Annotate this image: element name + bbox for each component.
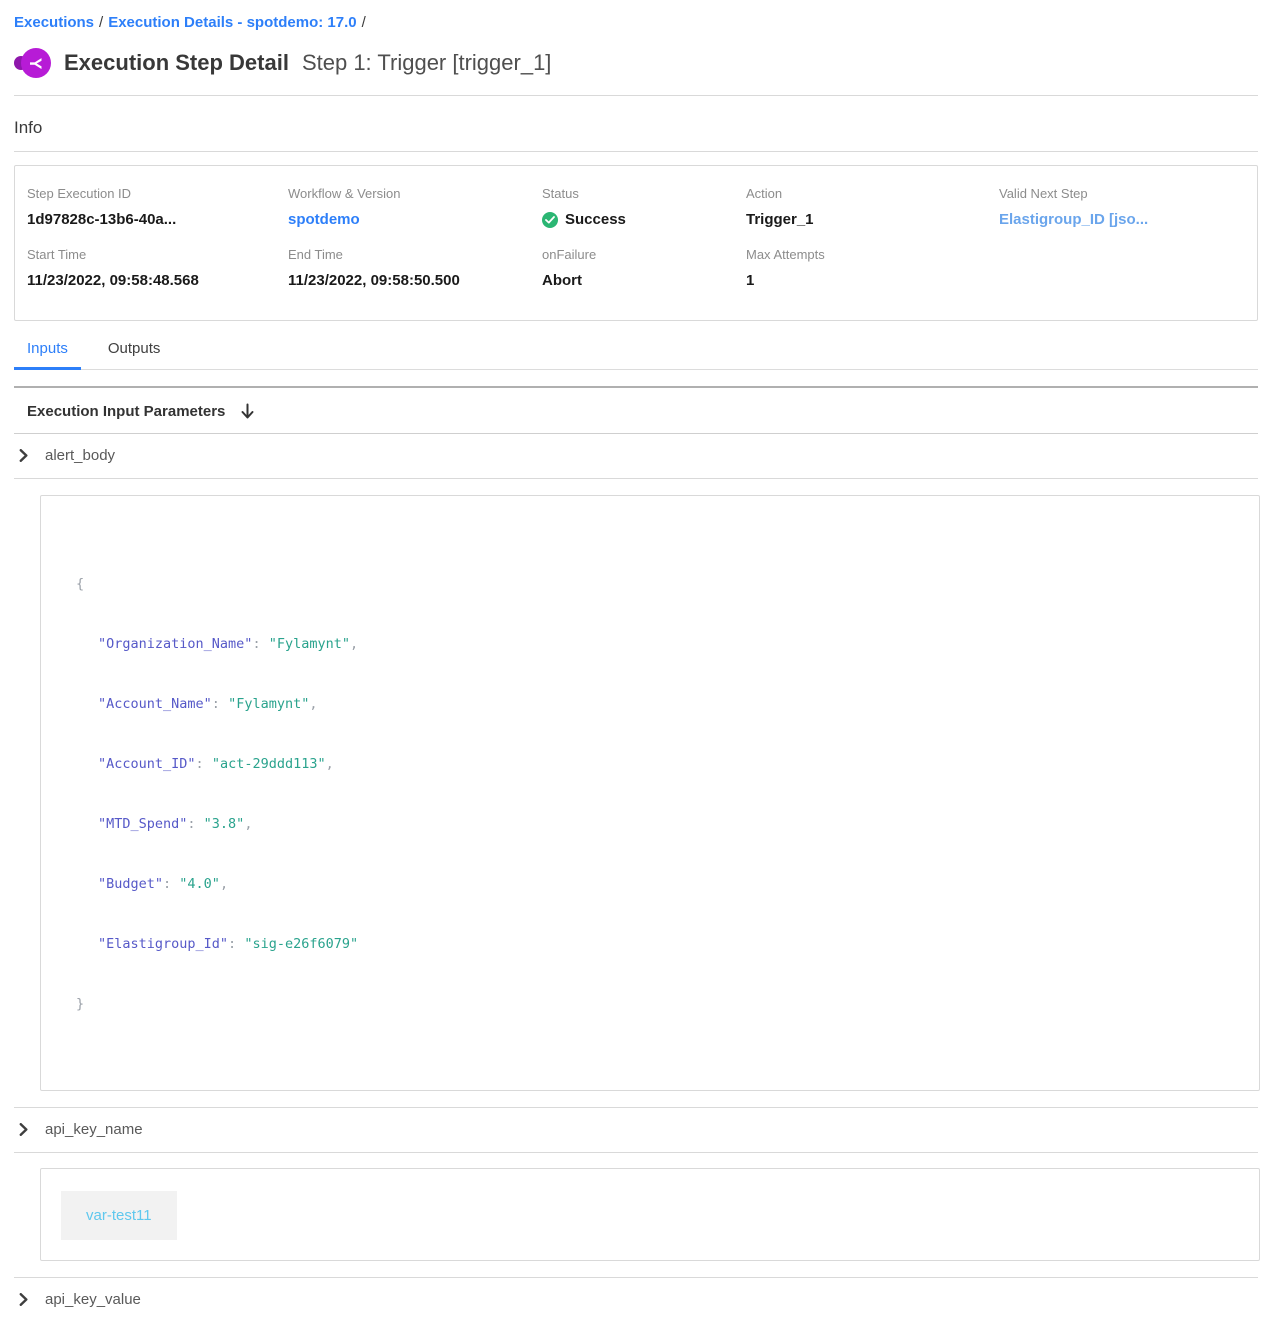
valid-next-step-link[interactable]: Elastigroup_ID [jso... (999, 210, 1245, 229)
field-label: onFailure (542, 247, 746, 263)
json-open-brace: { (76, 576, 84, 592)
field-value: 1 (746, 271, 999, 290)
json-close-brace: } (76, 996, 84, 1012)
tab-inputs[interactable]: Inputs (14, 339, 81, 370)
params-heading-label: Execution Input Parameters (27, 403, 225, 420)
chevron-right-icon (18, 1123, 29, 1136)
field-max-attempts: Max Attempts 1 (746, 247, 999, 290)
chevron-right-icon (18, 449, 29, 462)
field-label: Valid Next Step (999, 186, 1245, 202)
status-badge: Success (542, 210, 746, 229)
info-section-heading: Info (14, 96, 1258, 152)
json-entry: "Budget": "4.0", (76, 874, 1239, 894)
breadcrumb: Executions/Execution Details - spotdemo:… (0, 0, 1272, 33)
breadcrumb-link-execution-details[interactable]: Execution Details - spotdemo: 17.0 (108, 14, 356, 31)
field-label: Max Attempts (746, 247, 999, 263)
json-code-block: { "Organization_Name": "Fylamynt", "Acco… (76, 534, 1239, 1054)
section-row-api-key-value[interactable]: api_key_value (14, 1277, 1258, 1322)
field-label: Start Time (27, 247, 288, 263)
field-status: Status Success (542, 186, 746, 229)
field-start-time: Start Time 11/23/2022, 09:58:48.568 (27, 247, 288, 290)
breadcrumb-link-executions[interactable]: Executions (14, 14, 94, 31)
collapse-all-arrow-icon[interactable] (240, 403, 255, 420)
execution-input-parameters-heading: Execution Input Parameters (14, 388, 1258, 434)
json-entry: "Account_ID": "act-29ddd113", (76, 754, 1239, 774)
field-value: Abort (542, 271, 746, 290)
alert-body-content-card: { "Organization_Name": "Fylamynt", "Acco… (40, 495, 1260, 1091)
empty-cell (999, 247, 1245, 290)
chevron-right-icon (18, 1293, 29, 1306)
api-key-name-value: var-test11 (61, 1191, 177, 1240)
field-value: Trigger_1 (746, 210, 999, 229)
field-onfailure: onFailure Abort (542, 247, 746, 290)
json-entry: "Elastigroup_Id": "sig-e26f6079" (76, 934, 1239, 954)
section-label: alert_body (45, 447, 115, 464)
tab-bar: Inputs Outputs (14, 339, 1258, 370)
status-text: Success (565, 210, 626, 229)
field-label: End Time (288, 247, 542, 263)
field-value: 11/23/2022, 09:58:50.500 (288, 271, 542, 290)
success-check-icon (542, 212, 558, 228)
json-entry: "Account_Name": "Fylamynt", (76, 694, 1239, 714)
field-value: 1d97828c-13b6-40a... (27, 210, 288, 229)
section-label: api_key_value (45, 1291, 141, 1308)
tab-outputs[interactable]: Outputs (95, 339, 174, 370)
field-label: Step Execution ID (27, 186, 288, 202)
field-label: Status (542, 186, 746, 202)
field-action: Action Trigger_1 (746, 186, 999, 229)
section-row-alert-body[interactable]: alert_body (14, 434, 1258, 479)
breadcrumb-separator: / (94, 14, 108, 31)
info-card: Step Execution ID 1d97828c-13b6-40a... W… (14, 165, 1258, 321)
field-end-time: End Time 11/23/2022, 09:58:50.500 (288, 247, 542, 290)
field-label: Action (746, 186, 999, 202)
breadcrumb-separator: / (357, 14, 371, 31)
section-label: api_key_name (45, 1121, 143, 1138)
brand-logo-icon: Y (14, 46, 54, 80)
workflow-link[interactable]: spotdemo (288, 210, 542, 229)
field-workflow-version: Workflow & Version spotdemo (288, 186, 542, 229)
field-label: Workflow & Version (288, 186, 542, 202)
page-subtitle: Step 1: Trigger [trigger_1] (302, 50, 551, 76)
field-value: 11/23/2022, 09:58:48.568 (27, 271, 288, 290)
field-step-execution-id: Step Execution ID 1d97828c-13b6-40a... (27, 186, 288, 229)
json-entry: "Organization_Name": "Fylamynt", (76, 634, 1239, 654)
field-valid-next-step: Valid Next Step Elastigroup_ID [jso... (999, 186, 1245, 229)
json-entry: "MTD_Spend": "3.8", (76, 814, 1239, 834)
api-key-name-content-card: var-test11 (40, 1168, 1260, 1261)
page-header: Y Execution Step Detail Step 1: Trigger … (14, 33, 1258, 96)
section-row-api-key-name[interactable]: api_key_name (14, 1107, 1258, 1153)
page-title: Execution Step Detail (64, 50, 289, 76)
